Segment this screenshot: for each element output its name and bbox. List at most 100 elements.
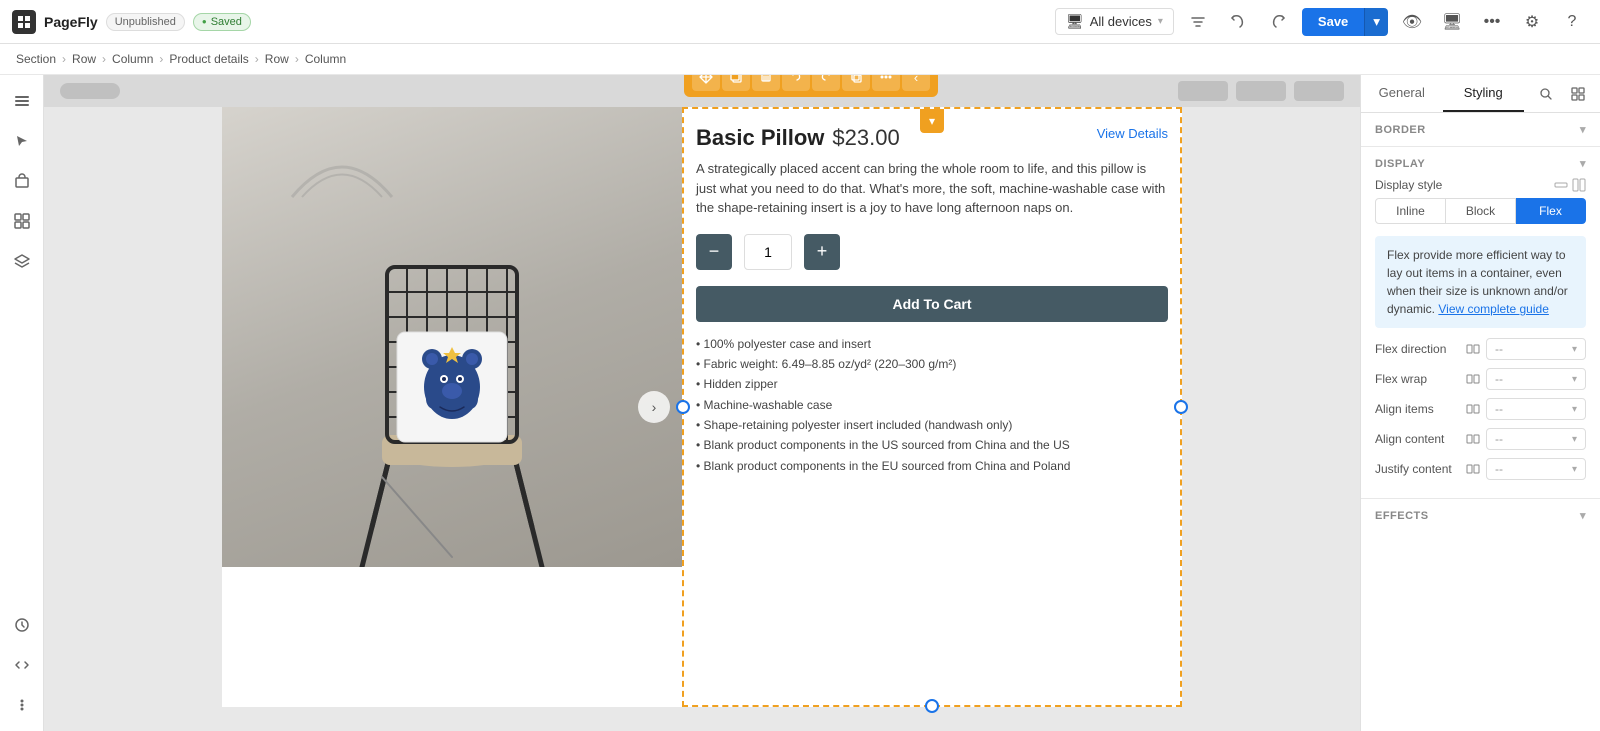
quantity-increase-btn[interactable]: + [804, 234, 840, 270]
sidebar-cursor-icon[interactable] [4, 123, 40, 159]
product-image-col: › [222, 107, 682, 707]
sidebar-grid-icon[interactable] [4, 203, 40, 239]
product-section: › [222, 107, 1182, 707]
desktop-preview-btn[interactable]: 🖥 [1436, 6, 1468, 38]
device-selector[interactable]: 🖥 All devices ▾ [1055, 8, 1174, 35]
tab-general[interactable]: General [1361, 75, 1443, 112]
display-inline-btn[interactable]: Inline [1375, 198, 1446, 224]
status-unpublished-badge: Unpublished [106, 13, 185, 31]
resize-handle-left[interactable] [676, 400, 690, 414]
app-icon [12, 10, 36, 34]
canvas-bar-pill [60, 83, 120, 99]
flex-complete-guide-link[interactable]: View complete guide [1438, 302, 1549, 316]
breadcrumb-row-2[interactable]: Row [265, 52, 289, 66]
sidebar-bag-icon[interactable] [4, 163, 40, 199]
redo-btn[interactable] [1262, 6, 1294, 38]
panel-search-icon[interactable] [1532, 80, 1560, 108]
quantity-input[interactable] [744, 234, 792, 270]
filter-icon-btn[interactable] [1182, 6, 1214, 38]
element-toolbar: ‹ [684, 75, 938, 97]
sidebar-clock-icon[interactable] [4, 607, 40, 643]
save-dropdown-button[interactable]: ▾ [1364, 8, 1388, 36]
effects-section: EFFECTS ▾ [1361, 499, 1600, 532]
align-items-select[interactable]: -- ▾ [1486, 398, 1586, 420]
border-section-label: BORDER [1375, 124, 1426, 136]
product-image [222, 107, 682, 567]
effects-section-label: EFFECTS [1375, 510, 1429, 522]
panel-tabs: General Styling [1361, 75, 1600, 113]
toolbar-undo-btn[interactable] [782, 75, 810, 91]
breadcrumb-column-2[interactable]: Column [305, 52, 346, 66]
effects-section-header[interactable]: EFFECTS ▾ [1375, 509, 1586, 522]
toolbar-arrow-btn[interactable]: ‹ [902, 75, 930, 91]
sidebar-code-icon[interactable] [4, 647, 40, 683]
toolbar-delete-btn[interactable] [752, 75, 780, 91]
carousel-next-btn[interactable]: › [638, 391, 670, 423]
view-details-link[interactable]: View Details [1097, 126, 1168, 141]
sidebar-dots-icon[interactable] [4, 687, 40, 723]
toolbar-duplicate-btn[interactable] [842, 75, 870, 91]
breadcrumb-column-1[interactable]: Column [112, 52, 153, 66]
sidebar-layers-icon[interactable] [4, 243, 40, 279]
toolbar-redo-btn[interactable] [812, 75, 840, 91]
justify-content-select[interactable]: -- ▾ [1486, 458, 1586, 480]
chair-svg [302, 187, 602, 567]
border-collapse-icon: ▾ [1580, 123, 1586, 136]
sidebar-menu-icon[interactable] [4, 83, 40, 119]
display-flex-btn[interactable]: Flex [1516, 198, 1586, 224]
flex-wrap-select[interactable]: -- ▾ [1486, 368, 1586, 390]
feature-3: • Hidden zipper [696, 374, 1168, 394]
flex-info-box: Flex provide more efficient way to lay o… [1375, 236, 1586, 328]
breadcrumb-product-details[interactable]: Product details [169, 52, 248, 66]
main-area: › [0, 75, 1600, 731]
breadcrumb-sep-1: › [62, 52, 66, 66]
more-options-btn[interactable]: ••• [1476, 6, 1508, 38]
toolbar-more-btn[interactable] [872, 75, 900, 91]
canvas-bar-btn-2 [1236, 81, 1286, 101]
feature-2: • Fabric weight: 6.49–8.85 oz/yd² (220–3… [696, 354, 1168, 374]
align-content-value: -- [1495, 432, 1503, 446]
border-section-header[interactable]: BORDER ▾ [1375, 123, 1586, 136]
display-block-btn[interactable]: Block [1446, 198, 1516, 224]
align-content-select[interactable]: -- ▾ [1486, 428, 1586, 450]
breadcrumb-sep-3: › [159, 52, 163, 66]
align-items-chevron: ▾ [1572, 404, 1577, 415]
align-content-chevron: ▾ [1572, 434, 1577, 445]
title-price-pair: Basic Pillow $23.00 [696, 125, 900, 151]
flex-direction-select[interactable]: -- ▾ [1486, 338, 1586, 360]
add-to-cart-btn[interactable]: Add To Cart [696, 286, 1168, 322]
display-section: DISPLAY ▾ Display style Inline Block Fle… [1361, 147, 1600, 499]
breadcrumb-row-1[interactable]: Row [72, 52, 96, 66]
toolbar-copy-btn[interactable] [722, 75, 750, 91]
resize-handle-right[interactable] [1174, 400, 1188, 414]
quantity-decrease-btn[interactable]: − [696, 234, 732, 270]
align-content-icon [1466, 432, 1480, 446]
flex-wrap-icon [1466, 372, 1480, 386]
preview-btn[interactable]: 👁 [1396, 6, 1428, 38]
effects-collapse-icon: ▾ [1580, 509, 1586, 522]
align-content-label: Align content [1375, 432, 1444, 446]
flex-wrap-row: Flex wrap -- ▾ [1375, 368, 1586, 390]
tab-styling[interactable]: Styling [1443, 75, 1525, 112]
display-style-icon-2 [1572, 178, 1586, 192]
breadcrumb-section[interactable]: Section [16, 52, 56, 66]
chevron-down-icon: ▾ [1158, 16, 1163, 27]
save-button[interactable]: Save [1302, 8, 1364, 36]
panel-grid-icon[interactable] [1564, 80, 1592, 108]
flex-wrap-value: -- [1495, 372, 1503, 386]
undo-btn[interactable] [1222, 6, 1254, 38]
flex-direction-value: -- [1495, 342, 1503, 356]
device-selector-label: All devices [1090, 14, 1152, 29]
resize-handle-bottom[interactable] [925, 699, 939, 713]
settings-btn[interactable]: ⚙ [1516, 6, 1548, 38]
product-title: Basic Pillow [696, 125, 824, 151]
flex-direction-row: Flex direction -- ▾ [1375, 338, 1586, 360]
display-section-header[interactable]: DISPLAY ▾ [1375, 157, 1586, 170]
help-btn[interactable]: ? [1556, 6, 1588, 38]
section-dropdown-btn[interactable]: ▾ [920, 109, 944, 133]
quantity-row: − + [696, 234, 1168, 270]
display-style-buttons: Inline Block Flex [1375, 198, 1586, 224]
feature-1: • 100% polyester case and insert [696, 334, 1168, 354]
flex-direction-icon [1466, 342, 1480, 356]
toolbar-move-btn[interactable] [692, 75, 720, 91]
